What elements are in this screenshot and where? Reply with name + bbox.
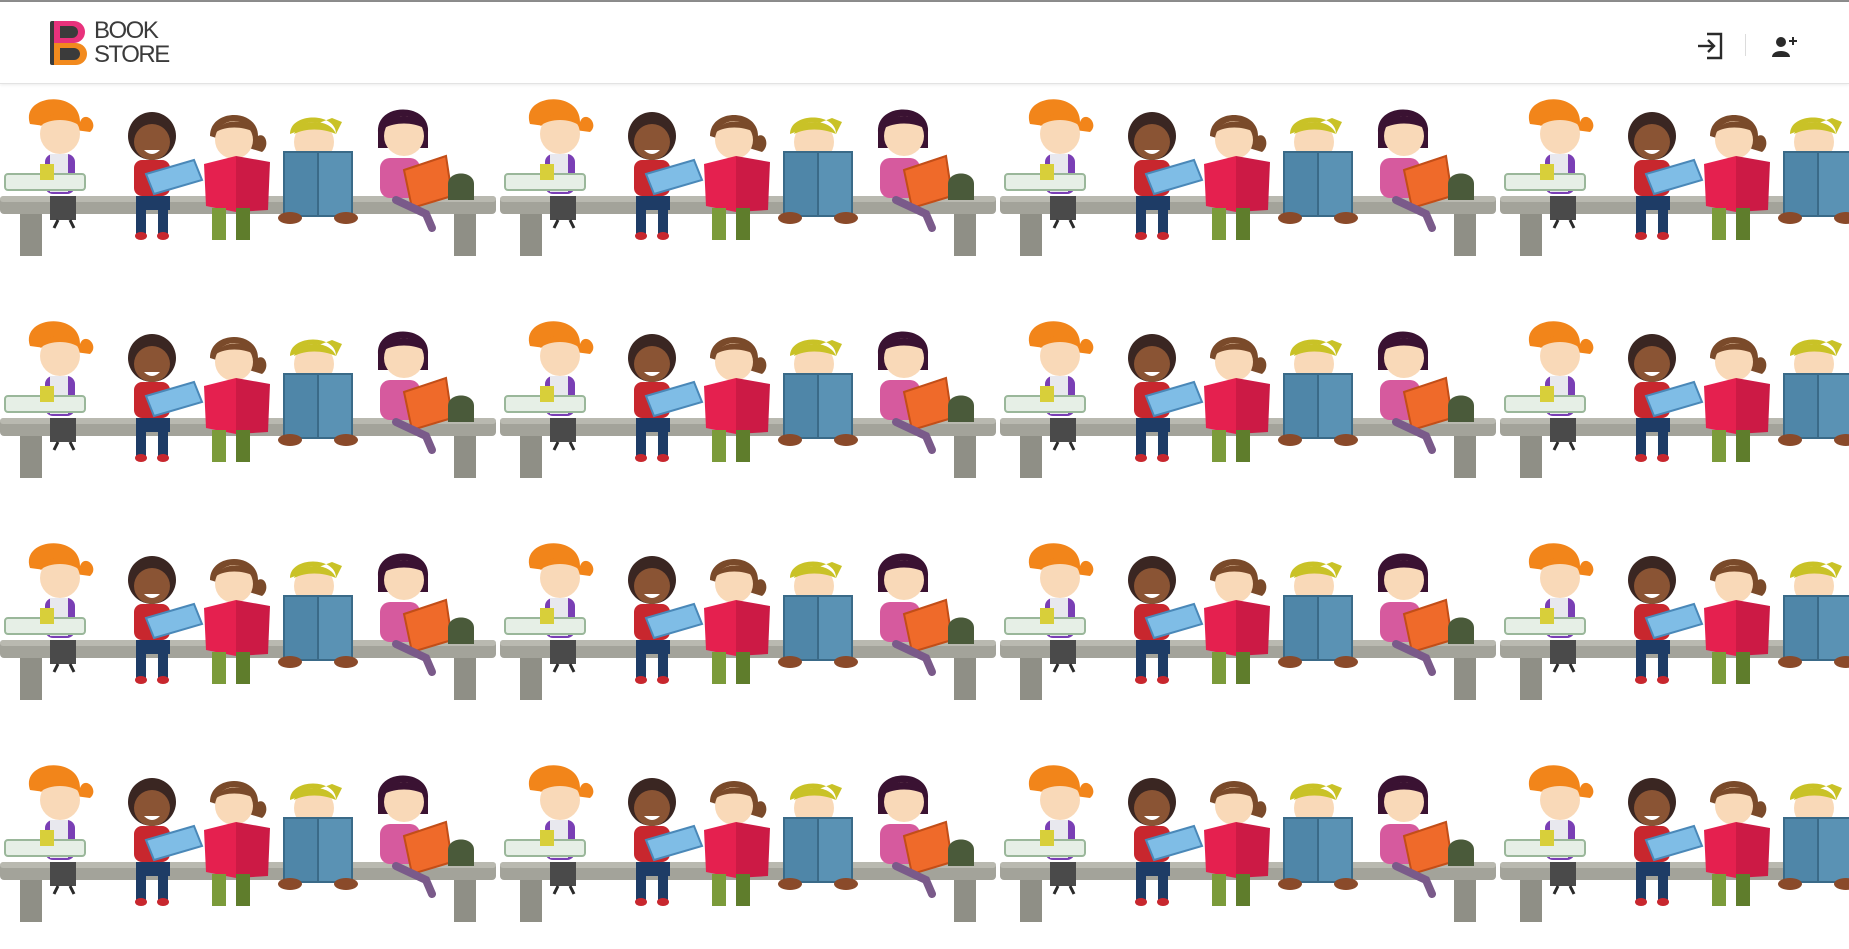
kids-reading-tile [1000, 99, 1496, 256]
kids-reading-tile [500, 543, 996, 700]
pattern-row-3 [0, 543, 1849, 700]
add-user-icon [1772, 37, 1797, 57]
bookstore-logo[interactable]: BOOK STORE [50, 16, 170, 70]
kids-reading-tile [0, 543, 496, 700]
kids-reading-tile [1500, 765, 1849, 922]
background-illustration [0, 84, 1849, 949]
pattern-row-2 [0, 321, 1849, 478]
kids-reading-tile [500, 321, 996, 478]
pattern-row-1 [0, 99, 1849, 256]
kids-reading-tile [0, 321, 496, 478]
kids-reading-tile [1500, 543, 1849, 700]
signup-button[interactable] [1766, 28, 1802, 64]
kids-reading-tile [1000, 321, 1496, 478]
pattern-row-4 [0, 765, 1849, 922]
kids-reading-tile [1000, 765, 1496, 922]
login-icon [1698, 32, 1723, 60]
kids-reading-tile [500, 765, 996, 922]
bookstore-logo-mark [50, 21, 87, 65]
kids-reading-pattern [0, 84, 1849, 949]
kids-reading-tile [1500, 99, 1849, 256]
kids-reading-tile [0, 99, 496, 256]
kids-reading-tile [1500, 321, 1849, 478]
kids-reading-tile [0, 765, 496, 922]
header-divider [1745, 34, 1746, 56]
logo-text-line2: STORE [94, 41, 170, 68]
logo-text: BOOK STORE [94, 17, 170, 68]
kids-reading-tile [1000, 543, 1496, 700]
site-header: BOOK STORE [0, 2, 1849, 84]
login-button[interactable] [1692, 28, 1728, 64]
logo-text-line1: BOOK [94, 17, 159, 44]
kids-reading-tile [500, 99, 996, 256]
